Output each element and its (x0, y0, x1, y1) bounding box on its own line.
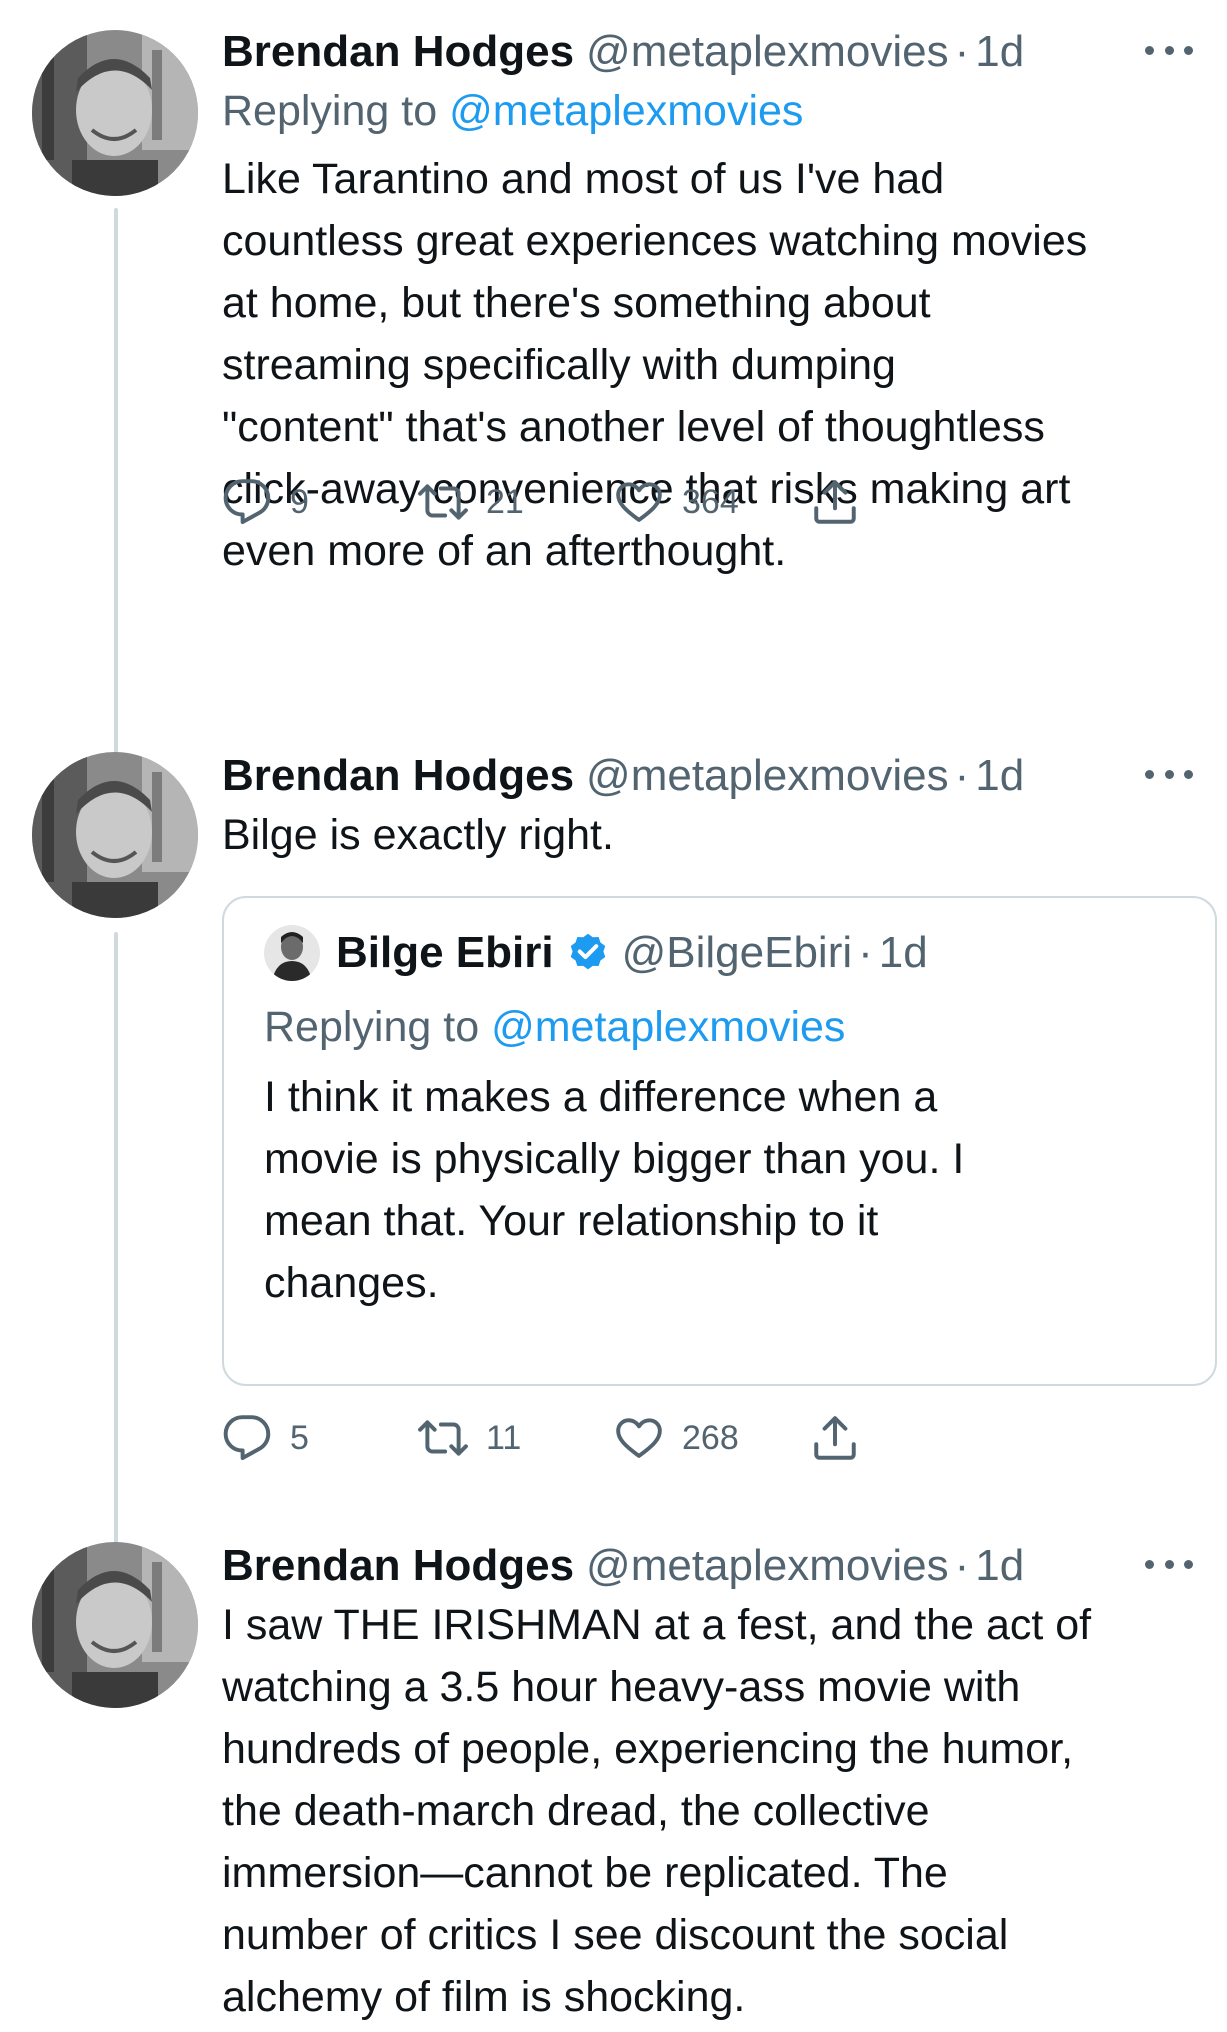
like-button[interactable]: 364 (614, 472, 739, 532)
heart-icon (616, 482, 662, 522)
more-icon[interactable] (1141, 754, 1197, 794)
replying-to-label: Replying to (264, 1003, 492, 1051)
separator-dot: · (954, 1541, 970, 1590)
replying-to-label: Replying to (222, 87, 450, 135)
retweet-button[interactable]: 21 (418, 472, 524, 532)
more-icon[interactable] (1141, 30, 1197, 70)
replying-to-mention[interactable]: @metaplexmovies (491, 1003, 845, 1051)
timestamp[interactable]: 1d (975, 1541, 1024, 1591)
retweet-icon (418, 1420, 468, 1456)
heart-icon (616, 1418, 662, 1458)
separator-dot: · (954, 751, 970, 800)
reply-count: 5 (290, 1418, 309, 1457)
avatar-image (32, 752, 198, 918)
share-button[interactable] (810, 472, 860, 532)
share-icon (814, 1416, 856, 1460)
tweet-text: Bilge is exactly right. (222, 811, 614, 859)
tweet-2[interactable]: Brendan Hodges @metaplexmovies · 1d Bilg… (222, 748, 1197, 866)
quoted-avatar-image (264, 925, 320, 981)
quoted-tweet-text: I think it makes a difference when a mov… (264, 1073, 965, 1307)
quoted-tweet-header: Bilge Ebiri @BilgeEbiri · 1d (264, 918, 1175, 988)
tweet-header: Brendan Hodges @metaplexmovies · 1d (222, 748, 1197, 804)
verified-badge-icon (570, 933, 605, 970)
tweet-header: Brendan Hodges @metaplexmovies · 1d (222, 24, 1197, 80)
quoted-avatar (264, 925, 320, 981)
like-button[interactable]: 268 (614, 1408, 739, 1468)
timestamp[interactable]: 1d (975, 27, 1024, 77)
replying-to-mention[interactable]: @metaplexmovies (449, 87, 803, 135)
avatar-image (32, 30, 198, 196)
quoted-author-name: Bilge Ebiri (336, 928, 554, 977)
reply-button[interactable]: 5 (222, 1408, 309, 1468)
separator-dot: · (954, 27, 970, 76)
author-handle[interactable]: @metaplexmovies (586, 27, 949, 77)
tweet-3[interactable]: Brendan Hodges @metaplexmovies · 1d I sa… (222, 1538, 1197, 2028)
quoted-timestamp: 1d (878, 928, 928, 977)
thread-line-1 (114, 208, 118, 762)
like-count: 364 (682, 482, 739, 521)
separator-dot: · (858, 928, 873, 977)
avatar[interactable] (32, 30, 198, 196)
reply-count: 9 (290, 482, 309, 521)
quoted-tweet[interactable]: Bilge Ebiri @BilgeEbiri · 1d Replying to… (222, 896, 1217, 1386)
replying-to: Replying to @metaplexmovies (222, 82, 1197, 140)
thread-line-2 (114, 932, 118, 1546)
avatar-image (32, 1542, 198, 1708)
tweet-actions: 9 21 364 (222, 472, 1042, 532)
retweet-count: 11 (486, 1418, 522, 1457)
timestamp[interactable]: 1d (975, 751, 1024, 801)
avatar[interactable] (32, 752, 198, 918)
quoted-replying-to: Replying to @metaplexmovies (264, 998, 1175, 1056)
share-icon (814, 480, 856, 524)
retweet-icon (418, 484, 468, 520)
reply-icon (223, 479, 271, 524)
tweet-header: Brendan Hodges @metaplexmovies · 1d (222, 1538, 1197, 1594)
tweet-text: I saw THE IRISHMAN at a fest, and the ac… (222, 1601, 1092, 2021)
reply-button[interactable]: 9 (222, 472, 309, 532)
author-handle[interactable]: @metaplexmovies (586, 751, 949, 801)
like-count: 268 (682, 1418, 739, 1457)
author-name[interactable]: Brendan Hodges (222, 1541, 574, 1591)
author-handle[interactable]: @metaplexmovies (586, 1541, 949, 1591)
tweet-actions: 5 11 268 (222, 1408, 1042, 1468)
author-name[interactable]: Brendan Hodges (222, 751, 574, 801)
reply-icon (223, 1415, 271, 1460)
retweet-count: 21 (486, 482, 524, 521)
avatar[interactable] (32, 1542, 198, 1708)
author-name[interactable]: Brendan Hodges (222, 27, 574, 77)
more-icon[interactable] (1141, 1544, 1197, 1584)
share-button[interactable] (810, 1408, 860, 1468)
retweet-button[interactable]: 11 (418, 1408, 521, 1468)
quoted-author-handle: @BilgeEbiri (621, 928, 853, 977)
